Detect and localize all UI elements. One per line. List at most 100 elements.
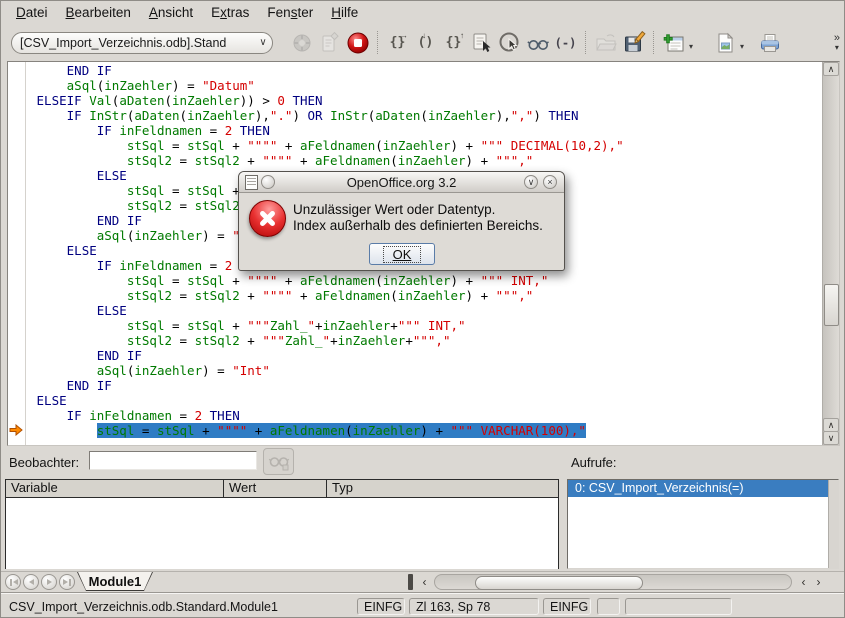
- manage-breakpoints-icon[interactable]: [497, 30, 522, 55]
- compile-icon[interactable]: [289, 30, 314, 55]
- dialog-close-icon[interactable]: ×: [543, 175, 557, 189]
- new-document-icon[interactable]: [712, 30, 737, 55]
- code-line[interactable]: stSql2 = stSql2 + """" + aFeldnamen(inZa…: [29, 288, 822, 303]
- new-document-dropdown-icon[interactable]: ▾: [740, 42, 744, 51]
- code-line[interactable]: stSql = stSql + """" + aFeldnamen(inZaeh…: [29, 423, 822, 438]
- status-document: CSV_Import_Verzeichnis.odb.Standard.Modu…: [9, 600, 278, 614]
- column-variable[interactable]: Variable: [6, 480, 224, 497]
- status-cursor-position[interactable]: Zl 163, Sp 78: [409, 598, 539, 615]
- breakpoint-icon[interactable]: [469, 30, 494, 55]
- step-into-icon[interactable]: ()↓: [413, 30, 438, 55]
- calls-label: Aufrufe:: [571, 455, 617, 470]
- watch-table-header: Variable Wert Typ: [6, 480, 558, 498]
- toolbar-overflow-icon[interactable]: »▾: [834, 34, 840, 52]
- first-tab-icon[interactable]: [5, 574, 21, 590]
- code-line[interactable]: stSql = stSql + """" + aFeldnamen(inZaeh…: [29, 138, 822, 153]
- code-line[interactable]: stSql = stSql + """Zahl_"+inZaehler+""" …: [29, 318, 822, 333]
- horizontal-scrollbar-thumb[interactable]: [475, 576, 643, 590]
- dialog-message-line1: Unzulässiger Wert oder Datentyp.: [293, 202, 543, 218]
- ok-button[interactable]: OK: [369, 243, 435, 265]
- column-typ[interactable]: Typ: [327, 480, 558, 497]
- status-insert-mode[interactable]: EINFG: [357, 598, 405, 615]
- status-empty-field: [625, 598, 732, 615]
- code-line[interactable]: IF InStr(aDaten(inZaehler),".") OR InStr…: [29, 108, 822, 123]
- macro-toolbar: [CSV_Import_Verzeichnis.odb].Stand ∨ {}→…: [1, 24, 844, 61]
- code-line[interactable]: stSql2 = stSql2 + """Zahl_"+inZaehler+""…: [29, 333, 822, 348]
- library-selector[interactable]: [CSV_Import_Verzeichnis.odb].Stand ∨: [11, 32, 273, 54]
- watch-label: Beobachter:: [9, 455, 79, 470]
- step-out-icon[interactable]: {}↑: [441, 30, 466, 55]
- breakpoint-paren-icon[interactable]: (-): [553, 30, 578, 55]
- current-statement-arrow-icon: [9, 424, 23, 436]
- code-line[interactable]: IF inFeldnamen = 2 THEN: [29, 408, 822, 423]
- basic-ide-window: DateiBearbeitenAnsichtExtrasFensterHilfe…: [0, 0, 845, 618]
- scroll-down-icon[interactable]: ∨: [823, 431, 839, 445]
- code-line[interactable]: END IF: [29, 348, 822, 363]
- watch-icon[interactable]: [525, 30, 550, 55]
- horizontal-scrollbar[interactable]: [434, 574, 792, 590]
- code-line[interactable]: stSql2 = stSql2 + """" + aFeldnamen(inZa…: [29, 153, 822, 168]
- call-stack-list[interactable]: 0: CSV_Import_Verzeichnis(=): [567, 479, 839, 569]
- new-module-icon[interactable]: [661, 30, 686, 55]
- error-icon: [239, 193, 296, 250]
- breakpoint-gutter[interactable]: [8, 62, 26, 445]
- code-line[interactable]: END IF: [29, 378, 822, 393]
- ok-button-label: OK: [383, 246, 422, 263]
- code-line[interactable]: aSql(inZaehler) = "Datum": [29, 78, 822, 93]
- save-icon[interactable]: [621, 30, 646, 55]
- call-stack-panel: Aufrufe: 0: CSV_Import_Verzeichnis(=): [565, 447, 842, 570]
- print-icon[interactable]: [757, 30, 782, 55]
- column-wert[interactable]: Wert: [224, 480, 327, 497]
- status-selection-mode[interactable]: EINFG: [543, 598, 591, 615]
- dialog-message-line2: Index außerhalb des definierten Bereichs…: [293, 218, 543, 234]
- code-line[interactable]: END IF: [29, 63, 822, 78]
- watch-panel: Beobachter: Variable Wert Typ: [3, 447, 561, 570]
- scroll-left-icon[interactable]: ‹: [417, 574, 432, 590]
- new-module-dropdown-icon[interactable]: ▾: [689, 42, 693, 51]
- code-line[interactable]: stSql = stSql + """" + aFeldnamen(inZaeh…: [29, 273, 822, 288]
- watch-table: Variable Wert Typ: [5, 479, 559, 569]
- watch-table-body[interactable]: [6, 498, 558, 569]
- menu-datei[interactable]: Datei: [7, 3, 57, 22]
- code-line[interactable]: ELSE: [29, 303, 822, 318]
- dialog-titlebar[interactable]: OpenOffice.org 3.2 ∨ ×: [239, 172, 564, 193]
- menu-extras[interactable]: Extras: [202, 3, 258, 22]
- dialog-message: Unzulässiger Wert oder Datentyp. Index a…: [293, 202, 543, 233]
- scroll-left-icon[interactable]: ‹: [796, 574, 811, 590]
- dialog-shade-icon[interactable]: ∨: [524, 175, 538, 189]
- open-icon[interactable]: [593, 30, 618, 55]
- code-line[interactable]: aSql(inZaehler) = "Int": [29, 363, 822, 378]
- vertical-scrollbar[interactable]: ∧ ∧ ∨: [822, 62, 839, 445]
- previous-tab-icon[interactable]: [23, 574, 39, 590]
- next-tab-icon[interactable]: [41, 574, 57, 590]
- stop-icon[interactable]: [345, 30, 370, 55]
- menu-hilfe[interactable]: Hilfe: [322, 3, 367, 22]
- menu-bearbeiten[interactable]: Bearbeiten: [57, 3, 140, 22]
- module-tab-bar: Module1 ‹ ‹ ›: [1, 571, 844, 592]
- enable-watch-button[interactable]: [263, 448, 294, 475]
- step-over-icon[interactable]: {}→: [385, 30, 410, 55]
- toolbar-separator: [377, 31, 379, 54]
- scroll-up-icon[interactable]: ∧: [823, 62, 839, 76]
- code-line[interactable]: IF inFeldnamen = 2 THEN: [29, 123, 822, 138]
- menu-bar: DateiBearbeitenAnsichtExtrasFensterHilfe: [1, 1, 844, 24]
- chevron-down-icon[interactable]: ∨: [254, 37, 272, 48]
- toolbar-separator: [653, 31, 655, 54]
- last-tab-icon[interactable]: [59, 574, 75, 590]
- tabbar-splitter[interactable]: [408, 574, 413, 590]
- status-empty-field: [597, 598, 620, 615]
- dialog-title: OpenOffice.org 3.2: [239, 175, 564, 190]
- menu-fenster[interactable]: Fenster: [258, 3, 322, 22]
- scroll-up-icon[interactable]: ∧: [823, 418, 839, 432]
- code-line[interactable]: ELSEIF Val(aDaten(inZaehler)) > 0 THEN: [29, 93, 822, 108]
- scroll-right-icon[interactable]: ›: [811, 574, 826, 590]
- watch-input[interactable]: [89, 451, 257, 470]
- menu-ansicht[interactable]: Ansicht: [140, 3, 202, 22]
- run-icon[interactable]: [317, 30, 342, 55]
- code-line[interactable]: ELSE: [29, 393, 822, 408]
- tab-module1-label: Module1: [78, 572, 152, 590]
- calls-scrollbar[interactable]: [828, 480, 838, 568]
- tab-module1[interactable]: Module1: [77, 572, 153, 591]
- call-stack-item[interactable]: 0: CSV_Import_Verzeichnis(=): [568, 480, 838, 497]
- vertical-scrollbar-thumb[interactable]: [824, 284, 839, 326]
